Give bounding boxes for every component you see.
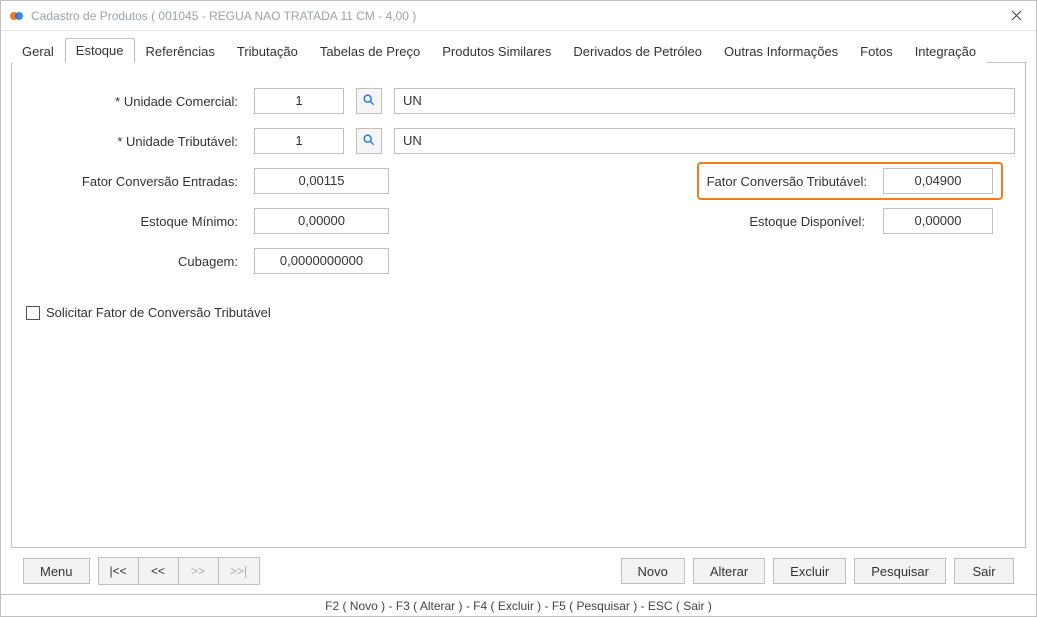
tab-integracao[interactable]: Integração xyxy=(904,39,987,63)
status-text: F2 ( Novo ) - F3 ( Alterar ) - F4 ( Excl… xyxy=(325,599,712,613)
tab-geral[interactable]: Geral xyxy=(11,39,65,63)
tab-derivados-petroleo[interactable]: Derivados de Petróleo xyxy=(562,39,713,63)
fator-tributavel-highlight: Fator Conversão Tributável: 0,04900 xyxy=(697,162,1003,200)
tab-produtos-similares[interactable]: Produtos Similares xyxy=(431,39,562,63)
menu-button[interactable]: Menu xyxy=(23,558,90,584)
excluir-button[interactable]: Excluir xyxy=(773,558,846,584)
fator-entradas-label: Fator Conversão Entradas: xyxy=(22,174,242,189)
title-bar: Cadastro de Produtos ( 001045 - REGUA NA… xyxy=(1,1,1036,31)
close-button[interactable] xyxy=(996,1,1036,31)
status-bar: F2 ( Novo ) - F3 ( Alterar ) - F4 ( Excl… xyxy=(1,594,1036,616)
search-icon xyxy=(362,93,376,110)
tab-fotos[interactable]: Fotos xyxy=(849,39,904,63)
estoque-minimo-label: Estoque Mínimo: xyxy=(22,214,242,229)
unidade-comercial-search-button[interactable] xyxy=(356,88,382,114)
pesquisar-button[interactable]: Pesquisar xyxy=(854,558,946,584)
tab-referencias[interactable]: Referências xyxy=(135,39,226,63)
tab-tabelas-preco[interactable]: Tabelas de Preço xyxy=(309,39,431,63)
estoque-panel: * Unidade Comercial: 1 UN * Unidade Trib… xyxy=(11,63,1026,548)
unidade-tributavel-code[interactable]: 1 xyxy=(254,128,344,154)
novo-button[interactable]: Novo xyxy=(621,558,685,584)
tab-strip: Geral Estoque Referências Tributação Tab… xyxy=(11,37,1026,63)
cubagem-label: Cubagem: xyxy=(22,254,242,269)
unidade-tributavel-search-button[interactable] xyxy=(356,128,382,154)
estoque-minimo-field[interactable]: 0,00000 xyxy=(254,208,389,234)
unidade-comercial-text[interactable]: UN xyxy=(394,88,1015,114)
nav-prev-button[interactable]: << xyxy=(139,558,179,584)
app-window: Cadastro de Produtos ( 001045 - REGUA NA… xyxy=(0,0,1037,617)
unidade-comercial-label: * Unidade Comercial: xyxy=(22,94,242,109)
nav-next-button[interactable]: >> xyxy=(179,558,219,584)
search-icon xyxy=(362,133,376,150)
cubagem-field[interactable]: 0,0000000000 xyxy=(254,248,389,274)
action-bar: Menu |<< << >> >>| Novo Alterar Excluir … xyxy=(11,548,1026,594)
nav-first-button[interactable]: |<< xyxy=(99,558,139,584)
unidade-tributavel-label: * Unidade Tributável: xyxy=(22,134,242,149)
fator-entradas-field[interactable]: 0,00115 xyxy=(254,168,389,194)
tab-outras-informacoes[interactable]: Outras Informações xyxy=(713,39,849,63)
window-title: Cadastro de Produtos ( 001045 - REGUA NA… xyxy=(31,9,416,23)
fator-tributavel-label: Fator Conversão Tributável: xyxy=(707,174,873,189)
unidade-comercial-code[interactable]: 1 xyxy=(254,88,344,114)
unidade-tributavel-text[interactable]: UN xyxy=(394,128,1015,154)
app-icon xyxy=(9,8,25,24)
solicitar-fator-label: Solicitar Fator de Conversão Tributável xyxy=(46,305,271,320)
estoque-disponivel-field[interactable]: 0,00000 xyxy=(883,208,993,234)
tab-estoque[interactable]: Estoque xyxy=(65,38,135,63)
sair-button[interactable]: Sair xyxy=(954,558,1014,584)
alterar-button[interactable]: Alterar xyxy=(693,558,765,584)
record-nav: |<< << >> >>| xyxy=(98,557,260,585)
solicitar-fator-checkbox[interactable] xyxy=(26,306,40,320)
tab-tributacao[interactable]: Tributação xyxy=(226,39,309,63)
fator-tributavel-field[interactable]: 0,04900 xyxy=(883,168,993,194)
estoque-disponivel-label: Estoque Disponível: xyxy=(749,214,871,229)
nav-last-button[interactable]: >>| xyxy=(219,558,259,584)
